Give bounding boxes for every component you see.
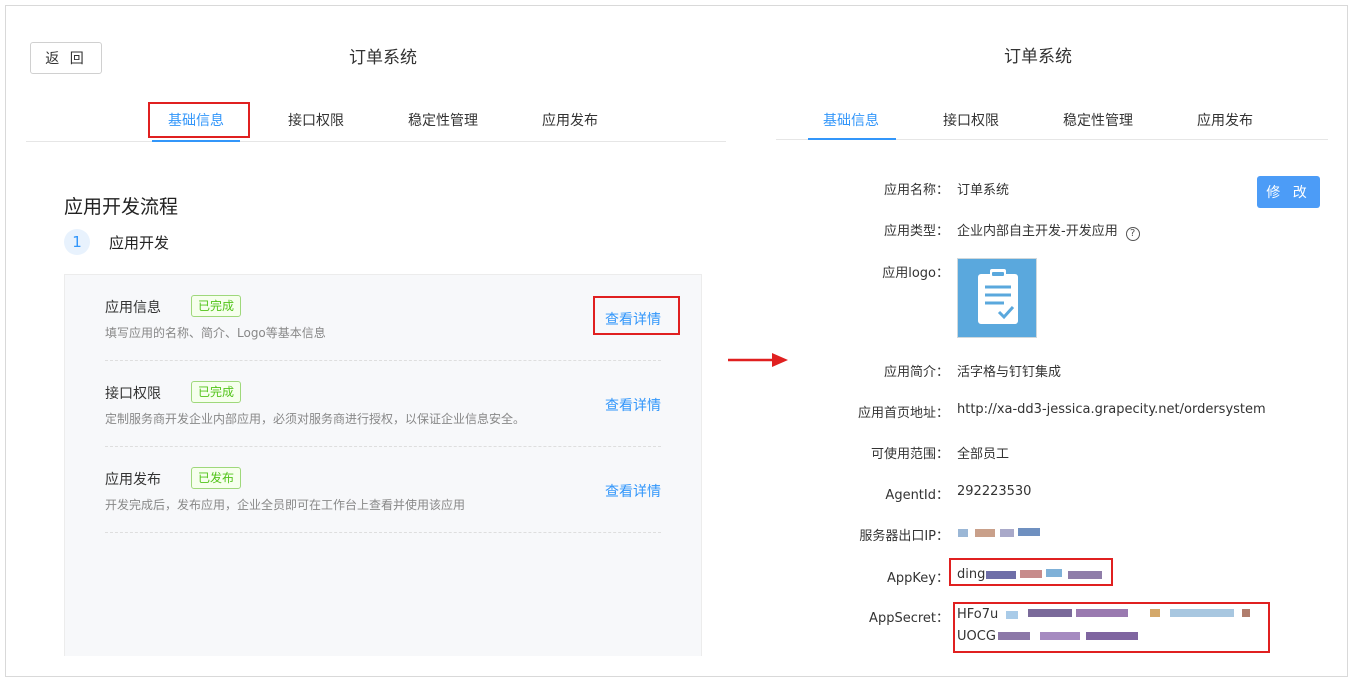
- edit-button[interactable]: 修 改: [1257, 176, 1320, 208]
- row-description: 定制服务商开发企业内部应用，必须对服务商进行授权，以保证企业信息安全。: [105, 412, 526, 426]
- row-title: 接口权限: [105, 386, 161, 402]
- highlight-box-details: [593, 296, 680, 335]
- field-label-appkey: AppKey：: [887, 571, 949, 586]
- row-title: 应用信息: [105, 300, 161, 316]
- tab-api-permission[interactable]: 接口权限: [943, 110, 999, 130]
- page-title: 订单系统: [349, 48, 417, 68]
- field-label-agentid: AgentId：: [885, 488, 949, 503]
- field-value-type: 企业内部自主开发-开发应用?: [957, 220, 1140, 241]
- tab-stability[interactable]: 稳定性管理: [1063, 110, 1133, 130]
- field-label-server-ip: 服务器出口IP：: [859, 529, 949, 544]
- field-value-homepage: http://xa-dd3-jessica.grapecity.net/orde…: [957, 402, 1266, 417]
- type-value-text: 企业内部自主开发-开发应用: [957, 224, 1118, 239]
- view-details-link[interactable]: 查看详情: [605, 481, 661, 501]
- field-label-intro: 应用简介：: [883, 365, 949, 380]
- view-details-link[interactable]: 查看详情: [605, 395, 661, 415]
- list-item: 应用信息 已完成 填写应用的名称、简介、Logo等基本信息 查看详情: [105, 275, 661, 361]
- highlight-box-appkey: [949, 558, 1113, 586]
- field-value-intro: 活字格与钉钉集成: [957, 365, 1062, 380]
- tab-basic-info[interactable]: 基础信息: [823, 110, 879, 130]
- row-description: 开发完成后，发布应用，企业全员即可在工作台上查看并使用该应用: [105, 498, 466, 512]
- field-label-appsecret: AppSecret：: [869, 611, 949, 626]
- tab-stability[interactable]: 稳定性管理: [408, 110, 478, 130]
- step-label: 应用开发: [109, 234, 170, 252]
- help-circle-icon[interactable]: ?: [1125, 226, 1140, 241]
- status-badge: 已完成: [191, 295, 242, 317]
- tab-publish[interactable]: 应用发布: [1197, 110, 1253, 130]
- back-button[interactable]: 返 回: [30, 42, 102, 74]
- field-label-name: 应用名称：: [883, 183, 949, 198]
- field-value-agentid: 292223530: [957, 484, 1032, 499]
- app-logo-clipboard-icon: [957, 258, 1037, 338]
- arrow-right-icon: [728, 353, 788, 367]
- step-number: 1: [64, 229, 90, 255]
- active-tab-indicator: [808, 138, 896, 140]
- list-item: 接口权限 已完成 定制服务商开发企业内部应用，必须对服务商进行授权，以保证企业信…: [105, 361, 661, 447]
- left-tab-bar: 基础信息 接口权限 稳定性管理 应用发布: [26, 100, 726, 142]
- row-title: 应用发布: [105, 472, 161, 488]
- tab-api-permission[interactable]: 接口权限: [288, 110, 344, 130]
- active-tab-indicator: [152, 140, 240, 142]
- tab-publish[interactable]: 应用发布: [542, 110, 598, 130]
- field-label-logo: 应用logo：: [882, 266, 949, 281]
- status-badge: 已发布: [191, 467, 242, 489]
- status-badge: 已完成: [191, 381, 242, 403]
- highlight-box-appsecret: [953, 602, 1270, 653]
- field-label-homepage: 应用首页地址：: [857, 406, 949, 421]
- right-tab-bar: 基础信息 接口权限 稳定性管理 应用发布: [776, 100, 1328, 140]
- flow-title: 应用开发流程: [64, 196, 179, 218]
- field-label-scope: 可使用范围：: [870, 447, 949, 462]
- list-item: 应用发布 已发布 开发完成后，发布应用，企业全员即可在工作台上查看并使用该应用 …: [105, 447, 661, 533]
- field-value-name: 订单系统: [957, 183, 1010, 198]
- detail-title: 订单系统: [1004, 47, 1072, 67]
- field-value-scope: 全部员工: [957, 447, 1010, 462]
- highlight-box-tab: [148, 102, 250, 138]
- field-label-type: 应用类型：: [883, 224, 949, 239]
- row-description: 填写应用的名称、简介、Logo等基本信息: [105, 326, 326, 340]
